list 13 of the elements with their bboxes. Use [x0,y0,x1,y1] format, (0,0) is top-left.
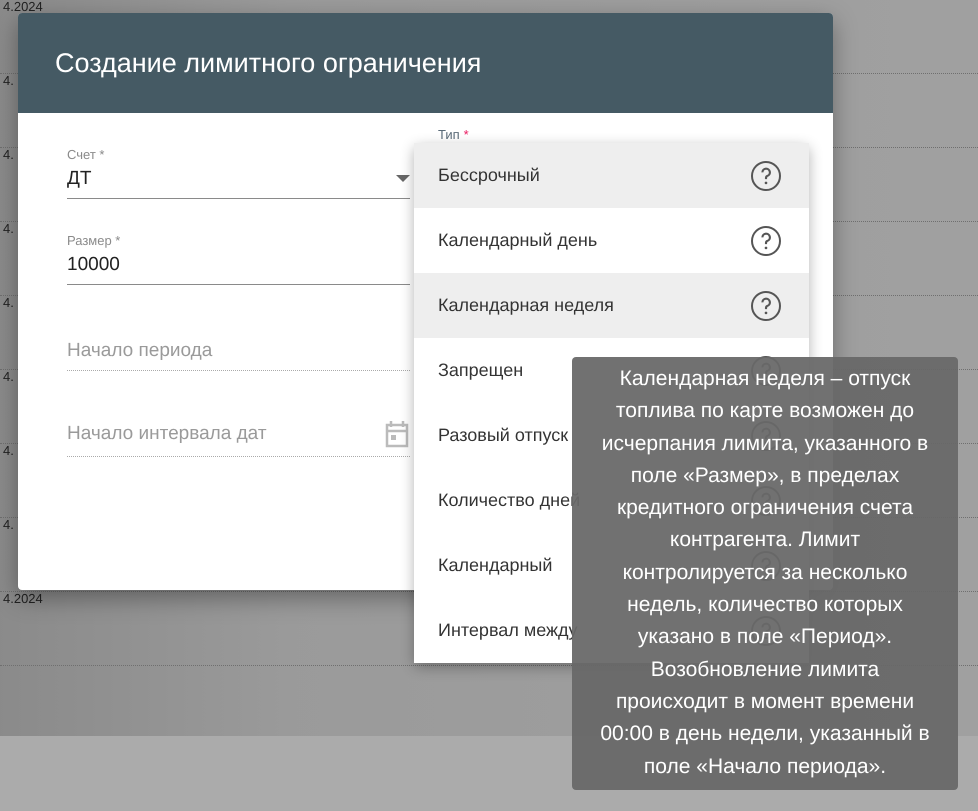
date-cell: 4.2024 [3,0,43,13]
date-cell: 4. [3,74,14,87]
date-cell: 4. [3,296,14,309]
date-cell: 4. [3,222,14,235]
field-label: Размер * [67,233,122,248]
date-cell: 4. [3,444,14,457]
dialog-title: Создание лимитного ограничения [55,48,482,78]
date-cell: 4. [3,518,14,531]
date-cell: 4. [3,370,14,383]
date-cell: 4.2024 [3,592,43,605]
field-label: Счет * [67,147,106,162]
date-cell: 4. [3,148,14,161]
field-label: Тип * [438,127,470,142]
